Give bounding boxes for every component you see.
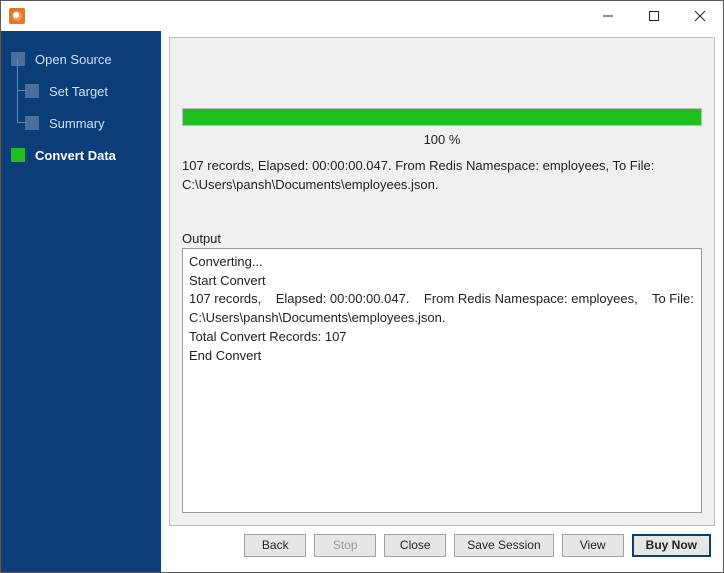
convert-panel: 100 % 107 records, Elapsed: 00:00:00.047…: [169, 37, 715, 526]
minimize-button[interactable]: [585, 1, 631, 31]
step-icon: [25, 116, 39, 130]
body: Open Source Set Target Summary Convert D…: [1, 31, 723, 572]
nav-item-summary[interactable]: Summary: [1, 107, 161, 139]
buy-now-button[interactable]: Buy Now: [632, 534, 711, 557]
view-button[interactable]: View: [562, 534, 624, 557]
step-icon: [25, 84, 39, 98]
content: 100 % 107 records, Elapsed: 00:00:00.047…: [161, 31, 723, 572]
conversion-summary: 107 records, Elapsed: 00:00:00.047. From…: [182, 157, 702, 195]
step-icon: [11, 148, 25, 162]
button-row: Back Stop Close Save Session View Buy No…: [169, 526, 715, 564]
app-icon: [9, 8, 25, 24]
progress-bar: [182, 108, 702, 126]
titlebar: [1, 1, 723, 31]
maximize-button[interactable]: [631, 1, 677, 31]
nav-item-convert-data[interactable]: Convert Data: [1, 139, 161, 171]
app-window: Open Source Set Target Summary Convert D…: [0, 0, 724, 573]
progress-percent: 100 %: [182, 132, 702, 147]
maximize-icon: [649, 11, 659, 21]
output-log[interactable]: Converting... Start Convert 107 records,…: [182, 248, 702, 513]
nav-label: Set Target: [49, 84, 108, 99]
wizard-nav: Open Source Set Target Summary Convert D…: [1, 43, 161, 171]
output-label: Output: [182, 231, 702, 246]
nav-label: Convert Data: [35, 148, 116, 163]
nav-label: Summary: [49, 116, 105, 131]
close-window-button[interactable]: [677, 1, 723, 31]
minimize-icon: [603, 11, 613, 21]
back-button[interactable]: Back: [244, 534, 306, 557]
save-session-button[interactable]: Save Session: [454, 534, 553, 557]
close-button[interactable]: Close: [384, 534, 446, 557]
progress-fill: [183, 109, 701, 125]
stop-button[interactable]: Stop: [314, 534, 376, 557]
close-icon: [695, 11, 705, 21]
nav-label: Open Source: [35, 52, 112, 67]
sidebar: Open Source Set Target Summary Convert D…: [1, 31, 161, 572]
